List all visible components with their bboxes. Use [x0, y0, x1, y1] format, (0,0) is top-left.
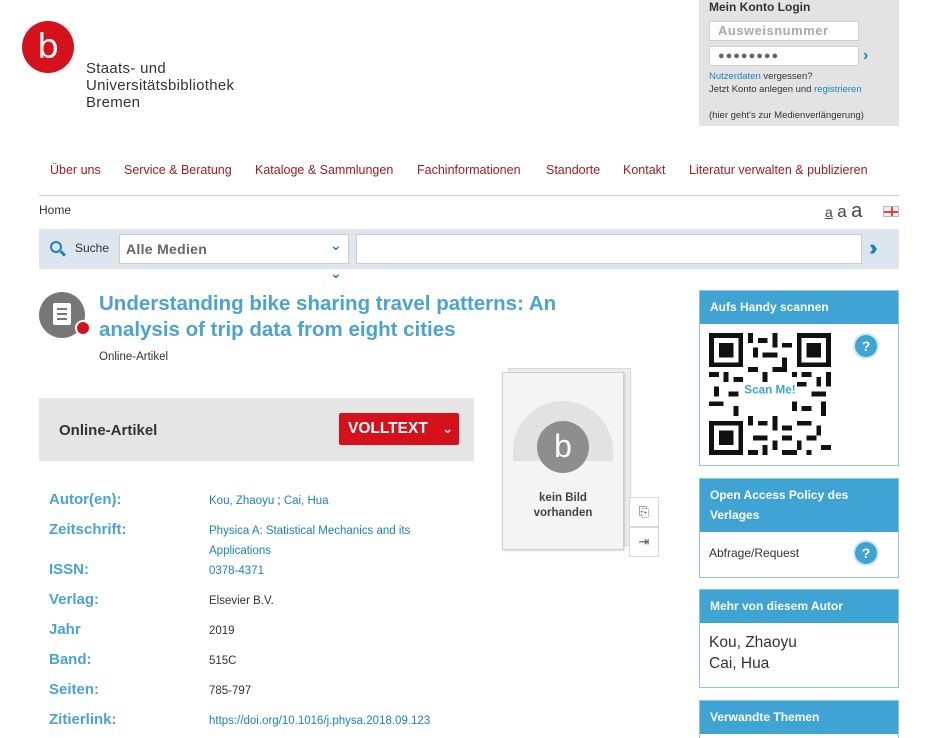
library-logo[interactable]: b	[22, 21, 74, 73]
author-label: Autor(en):	[49, 491, 122, 508]
access-box: Online-Artikel VOLLTEXT ⌄	[39, 398, 474, 461]
export-record-icon[interactable]: ⇥	[629, 527, 659, 557]
qr-overlay-text: Scan Me!	[744, 384, 795, 397]
more-by-author-panel: Mehr von diesem Autor Kou, Zhaoyu Cai, H…	[699, 589, 899, 688]
record-type: Online-Artikel	[99, 351, 169, 363]
search-bar: Suche Alle Medien ⌄ ⌄ ››	[39, 229, 899, 281]
search-scope-select[interactable]: Alle Medien ⌄ ⌄	[119, 234, 349, 281]
more-author-link-2[interactable]: Cai, Hua	[709, 655, 769, 673]
online-status-dot	[75, 320, 91, 336]
search-submit-icon[interactable]: ››	[869, 235, 897, 263]
qr-panel-title: Aufs Handy scannen	[700, 291, 898, 324]
online-article-icon	[39, 292, 91, 338]
card-number-input[interactable]: Ausweisnummer	[709, 21, 859, 41]
chevron-down-icon: ⌄ ⌄	[329, 237, 342, 281]
nav-item-service[interactable]: Service & Beratung	[124, 163, 232, 177]
font-size-small[interactable]: a	[825, 204, 833, 220]
issn-label: ISSN:	[49, 561, 90, 578]
more-by-author-title: Mehr von diesem Autor	[700, 590, 898, 623]
register-line: Jetzt Konto anlegen und registrieren	[709, 84, 862, 95]
register-link[interactable]: registrieren	[814, 84, 862, 95]
author-link-1[interactable]: Kou, Zhaoyu	[209, 495, 274, 507]
author-link-2[interactable]: Cai, Hua	[284, 495, 329, 507]
journal-link[interactable]: Physica A: Statistical Mechanics and its…	[209, 521, 444, 561]
qr-code-icon: Scan Me!	[709, 333, 831, 455]
more-author-link-1[interactable]: Kou, Zhaoyu	[709, 634, 797, 652]
nav-item-standorte[interactable]: Standorte	[546, 163, 600, 177]
renewal-note: (hier geht's zur Medienverlängerung)	[709, 110, 864, 121]
forgot-line: Nutzerdaten vergessen?	[709, 71, 813, 82]
search-label: Suche	[75, 241, 110, 255]
volume-value: 515C	[209, 655, 237, 667]
library-name[interactable]: Staats- und Universitätsbibliothek Breme…	[86, 60, 234, 111]
pages-value: 785-797	[209, 685, 252, 697]
issn-link[interactable]: 0378-4371	[209, 561, 449, 581]
no-cover-caption: kein Bild vorhanden	[533, 492, 593, 519]
save-record-icon[interactable]: ⎘	[629, 497, 659, 527]
open-access-panel: Open Access Policy des Verlages Abfrage/…	[699, 478, 899, 578]
login-box: Mein Konto Login Ausweisnummer ●●●●●●●● …	[699, 0, 899, 126]
english-flag-icon[interactable]	[883, 206, 899, 217]
font-size-medium[interactable]: a	[837, 202, 846, 221]
fulltext-button[interactable]: VOLLTEXT ⌄	[339, 413, 459, 445]
author-value: Kou, Zhaoyu ; Cai, Hua	[209, 495, 329, 507]
qr-help-icon[interactable]: ?	[855, 335, 877, 357]
access-label: Online-Artikel	[59, 422, 158, 439]
font-size-switcher: a a a	[825, 200, 862, 223]
publisher-label: Verlag:	[49, 591, 100, 608]
publisher-value: Elsevier B.V.	[209, 595, 274, 607]
qr-panel: Aufs Handy scannen Scan Me! ?	[699, 290, 899, 466]
nav-item-ueber-uns[interactable]: Über uns	[50, 163, 101, 177]
volume-label: Band:	[49, 651, 92, 668]
font-size-large[interactable]: a	[851, 200, 862, 222]
forgot-credentials-link[interactable]: Nutzerdaten	[709, 71, 761, 82]
cover-placeholder: b kein Bild vorhanden	[502, 372, 624, 550]
pages-label: Seiten:	[49, 681, 100, 698]
open-access-help-icon[interactable]: ?	[855, 542, 877, 564]
document-icon	[53, 303, 71, 325]
login-title: Mein Konto Login	[709, 0, 811, 14]
search-input[interactable]	[356, 234, 862, 264]
nav-item-kataloge[interactable]: Kataloge & Sammlungen	[255, 163, 393, 177]
search-icon	[50, 241, 62, 253]
year-value: 2019	[209, 625, 235, 637]
citation-link-label: Zitierlink:	[49, 711, 117, 728]
nav-item-kontakt[interactable]: Kontakt	[623, 163, 665, 177]
citation-link[interactable]: https://doi.org/10.1016/j.physa.2018.09.…	[209, 711, 469, 731]
password-input[interactable]: ●●●●●●●●	[709, 46, 859, 66]
double-chevron-down-icon: ⌄	[442, 421, 453, 436]
related-topics-panel: Verwandte Themen	[699, 700, 899, 738]
login-submit-icon[interactable]: ›	[863, 46, 879, 66]
record-title: Understanding bike sharing travel patter…	[99, 292, 557, 341]
open-access-title: Open Access Policy des Verlages	[700, 479, 898, 532]
open-access-request[interactable]: Abfrage/Request	[709, 546, 799, 560]
year-label: Jahr	[49, 621, 81, 638]
main-navigation: Über uns Service & Beratung Kataloge & S…	[39, 152, 899, 196]
breadcrumb-home[interactable]: Home	[39, 203, 71, 217]
related-topics-title: Verwandte Themen	[700, 701, 898, 734]
nav-item-fachinformationen[interactable]: Fachinformationen	[417, 163, 521, 177]
nav-item-literatur[interactable]: Literatur verwalten & publizieren	[689, 163, 868, 177]
journal-label: Zeitschrift:	[49, 521, 127, 538]
library-logo-icon: b	[537, 421, 589, 473]
